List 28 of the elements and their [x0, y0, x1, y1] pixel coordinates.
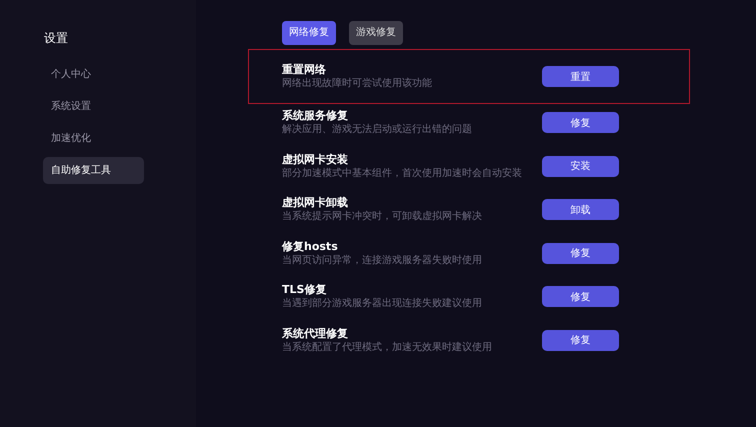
row-title: 重置网络	[282, 63, 327, 77]
tab[interactable]: 游戏修复	[349, 21, 403, 45]
action-button[interactable]: 修复	[542, 112, 619, 134]
action-button[interactable]: 卸载	[542, 199, 619, 220]
row-description: 当网页访问异常，连接游戏服务器失败时使用	[282, 254, 483, 267]
sidebar-item[interactable]: 系统设置	[43, 93, 144, 120]
action-button[interactable]: 修复	[542, 330, 619, 351]
row-description: 网络出现故障时可尝试使用该功能	[282, 77, 433, 90]
sidebar-item[interactable]: 加速优化	[43, 125, 144, 152]
row-title: 系统服务修复	[282, 109, 349, 124]
action-button[interactable]: 修复	[542, 242, 619, 264]
sidebar-item[interactable]: 自助修复工具	[43, 157, 144, 184]
row-description: 当系统配置了代理模式，加速无效果时建议使用	[282, 340, 493, 354]
sidebar-title: 设置	[44, 30, 69, 47]
row-description: 当系统提示网卡冲突时，可卸载虚拟网卡解决	[282, 210, 483, 224]
row-title: 修复hosts	[282, 240, 339, 254]
tab[interactable]: 网络修复	[282, 21, 336, 45]
row-description: 当遇到部分游戏服务器出现连接失败建议使用	[282, 297, 483, 310]
row-description: 解决应用、游戏无法启动或运行出错的问题	[282, 123, 473, 136]
action-button[interactable]: 修复	[542, 286, 619, 308]
row-title: 虚拟网卡安装	[282, 152, 349, 167]
sidebar-item[interactable]: 个人中心	[43, 61, 144, 88]
row-title: 虚拟网卡卸载	[282, 196, 349, 210]
action-button[interactable]: 重置	[542, 66, 619, 87]
row-title: TLS修复	[282, 283, 328, 298]
row-title: 系统代理修复	[282, 326, 349, 341]
row-description: 部分加速模式中基本组件，首次使用加速时会自动安装	[282, 166, 523, 180]
action-button[interactable]: 安装	[542, 156, 619, 177]
